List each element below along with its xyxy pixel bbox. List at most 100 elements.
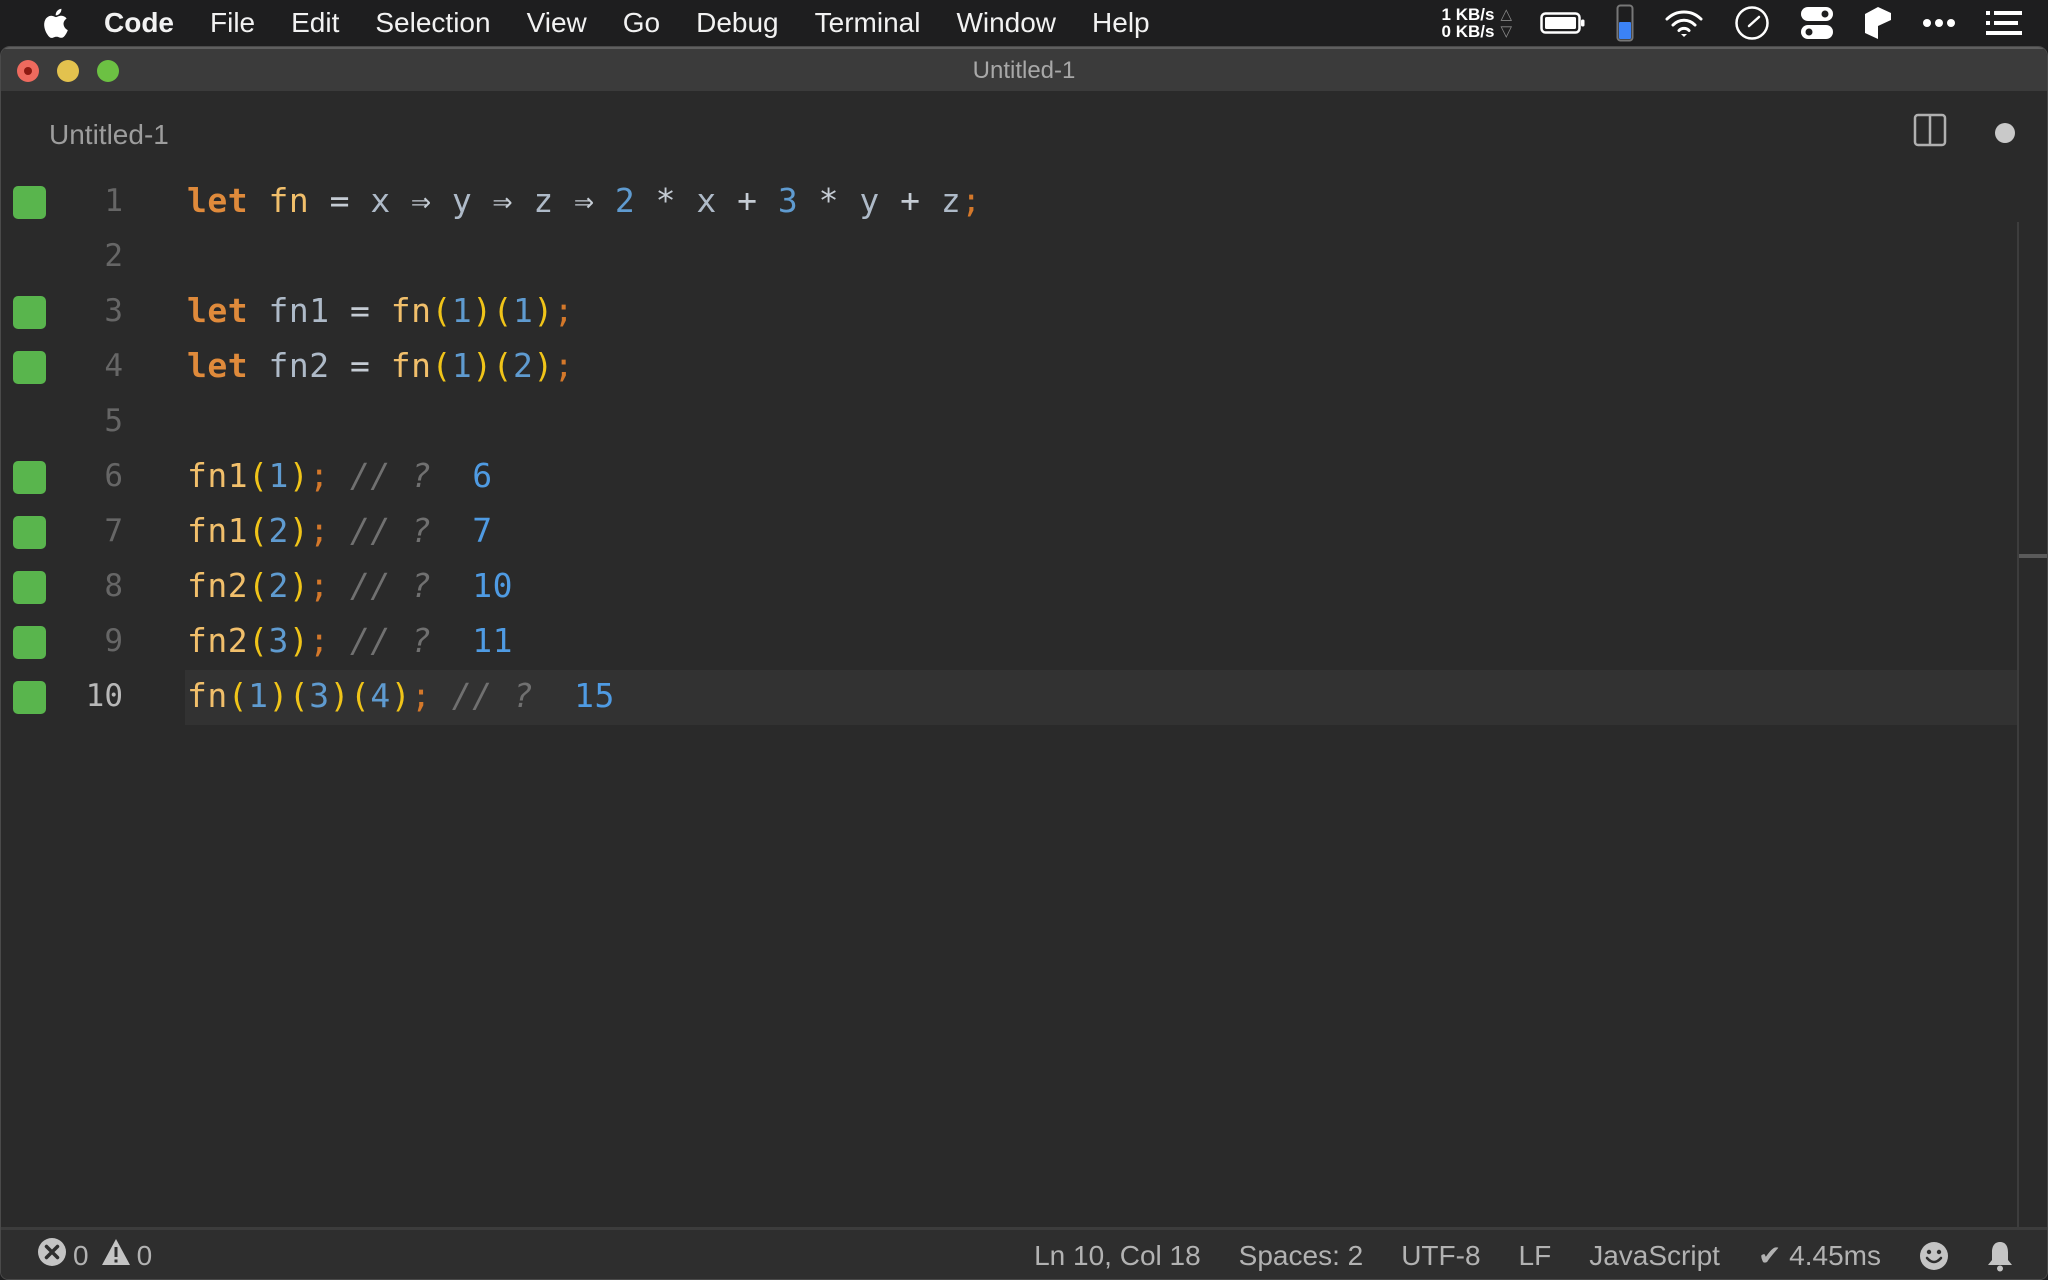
coverage-indicator-icon[interactable] [13, 626, 46, 659]
paren-token: ) [533, 346, 554, 385]
memory-gauge-icon[interactable] [1616, 4, 1634, 42]
menu-app-code[interactable]: Code [104, 7, 174, 39]
battery-icon[interactable] [1540, 11, 1586, 35]
code-text[interactable]: fn1(2); // ? 7 [187, 511, 493, 550]
menu-selection[interactable]: Selection [375, 7, 490, 39]
code-line[interactable]: 2 [1, 230, 2017, 285]
tab-untitled-1[interactable]: Untitled-1 [49, 119, 169, 151]
menu-view[interactable]: View [527, 7, 587, 39]
code-line[interactable]: 10 fn(1)(3)(4); // ? 15 [1, 670, 2017, 725]
menu-help[interactable]: Help [1092, 7, 1150, 39]
indentation[interactable]: Spaces: 2 [1239, 1240, 1364, 1272]
code-text[interactable]: let fn = x ⇒ y ⇒ z ⇒ 2 * x + 3 * y + z; [187, 181, 982, 220]
semicolon-token: ; [553, 291, 575, 330]
code-line[interactable]: 6 fn1(1); // ? 6 [1, 450, 2017, 505]
coverage-indicator-icon[interactable] [13, 461, 46, 494]
semicolon-token: ; [411, 676, 432, 715]
coverage-indicator-icon[interactable] [13, 681, 46, 714]
list-icon[interactable] [1986, 10, 2022, 36]
operator-token: + [737, 181, 758, 220]
coverage-indicator-icon[interactable] [13, 571, 46, 604]
menu-bar: Code File Edit Selection View Go Debug T… [0, 0, 2048, 46]
paren-token: ( [248, 511, 269, 550]
coverage-indicator-icon[interactable] [13, 351, 46, 384]
menu-edit[interactable]: Edit [291, 7, 339, 39]
language-mode[interactable]: JavaScript [1589, 1240, 1720, 1272]
feedback-smiley-icon[interactable] [1919, 1241, 1949, 1271]
quokka-timing[interactable]: ✔ 4.45ms [1758, 1239, 1881, 1272]
code-text[interactable]: let fn2 = fn(1)(2); [187, 346, 574, 385]
title-bar[interactable]: Untitled-1 [1, 47, 2047, 91]
cursor-position[interactable]: Ln 10, Col 18 [1034, 1240, 1201, 1272]
function-token: fn1 [187, 511, 249, 550]
coverage-indicator-icon[interactable] [13, 516, 46, 549]
notifications-bell-icon[interactable] [1987, 1240, 2013, 1272]
code-text[interactable]: fn(1)(3)(4); // ? 15 [187, 676, 615, 715]
network-speed[interactable]: 1 KB/s 0 KB/s [1442, 6, 1495, 40]
wifi-icon[interactable] [1664, 8, 1704, 38]
code-editor[interactable]: 1 let fn = x ⇒ y ⇒ z ⇒ 2 * x + 3 * y + z;… [1, 171, 2017, 1223]
line-number: 2 [104, 238, 123, 274]
code-line[interactable]: 1 let fn = x ⇒ y ⇒ z ⇒ 2 * x + 3 * y + z; [1, 175, 2017, 230]
overview-ruler-scrollbar[interactable] [2017, 222, 2047, 1274]
warning-count[interactable]: 0 [137, 1240, 153, 1272]
code-line[interactable]: 4 let fn2 = fn(1)(2); [1, 340, 2017, 395]
paren-token: ( [492, 291, 513, 330]
inline-result-value: 15 [574, 676, 615, 715]
code-text[interactable]: fn2(2); // ? 10 [187, 566, 513, 605]
semicolon-token: ; [309, 456, 330, 495]
menu-go[interactable]: Go [623, 7, 660, 39]
warnings-icon[interactable] [101, 1238, 131, 1273]
code-line[interactable]: 9 fn2(3); // ? 11 [1, 615, 2017, 670]
clock-gauge-icon[interactable] [1734, 5, 1770, 41]
editor-window: Untitled-1 Untitled-1 1 let fn = x ⇒ y ⇒ … [0, 46, 2048, 1280]
paren-token: ( [288, 676, 310, 715]
menu-file[interactable]: File [210, 7, 255, 39]
operator-token: ⇒ [492, 181, 513, 220]
operator-token: + [900, 181, 921, 220]
inline-result-value: 10 [472, 566, 513, 605]
code-line[interactable]: 3 let fn1 = fn(1)(1); [1, 285, 2017, 340]
code-text[interactable]: fn1(1); // ? 6 [187, 456, 493, 495]
error-count[interactable]: 0 [73, 1240, 89, 1272]
paren-token: ( [431, 346, 452, 385]
errors-icon[interactable] [37, 1237, 67, 1274]
line-number: 10 [85, 678, 123, 714]
more-icon[interactable] [1922, 18, 1956, 28]
semicolon-token: ; [309, 566, 330, 605]
code-line[interactable]: 8 fn2(2); // ? 10 [1, 560, 2017, 615]
code-line[interactable]: 7 fn1(2); // ? 7 [1, 505, 2017, 560]
code-text[interactable]: fn2(3); // ? 11 [187, 621, 513, 660]
encoding[interactable]: UTF-8 [1401, 1240, 1480, 1272]
comment-token: // ? [349, 511, 432, 550]
identifier-token: z [533, 181, 554, 220]
number-token: 1 [451, 346, 473, 385]
paren-token: ( [248, 621, 269, 660]
unsaved-changes-dot-icon[interactable] [1995, 123, 2015, 143]
split-editor-icon[interactable] [1913, 113, 1947, 152]
apple-icon[interactable] [40, 8, 70, 38]
menu-terminal[interactable]: Terminal [815, 7, 921, 39]
keyword-token: let [187, 346, 249, 385]
coverage-indicator-icon[interactable] [13, 296, 46, 329]
end-of-line[interactable]: LF [1519, 1240, 1552, 1272]
toggle-icon[interactable] [1800, 6, 1834, 40]
menu-debug[interactable]: Debug [696, 7, 779, 39]
menu-window[interactable]: Window [956, 7, 1056, 39]
ruler-cursor-mark [2019, 554, 2047, 558]
function-token: fn [187, 676, 228, 715]
identifier-token: z [940, 181, 962, 220]
coverage-indicator-icon[interactable] [13, 186, 46, 219]
operator-token: = [349, 346, 371, 385]
cube-icon[interactable] [1864, 6, 1892, 40]
code-text[interactable]: let fn1 = fn(1)(1); [187, 291, 574, 330]
inline-result-value: 7 [472, 511, 493, 550]
code-line[interactable]: 5 [1, 395, 2017, 450]
